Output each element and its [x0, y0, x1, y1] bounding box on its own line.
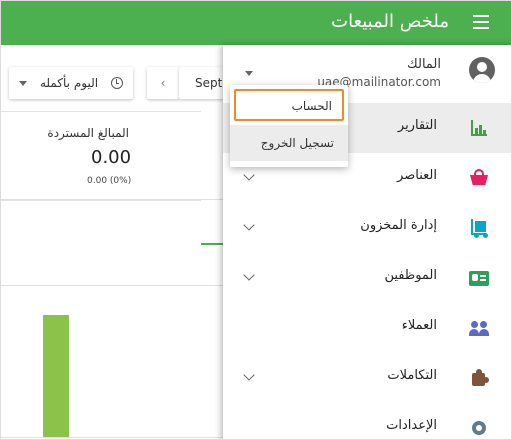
nav-label: إدارة المخزون — [360, 218, 437, 233]
chart-bar — [43, 315, 69, 437]
refunds-value: 0.00 — [91, 147, 132, 168]
menu-item-account[interactable]: الحساب — [234, 89, 344, 121]
nav-label: التقارير — [397, 118, 437, 133]
chevron-left-icon: ‹ — [160, 76, 166, 90]
chevron-down-icon — [243, 369, 255, 381]
page-title: ملخص المبيعات — [331, 11, 449, 32]
menu-item-logout[interactable]: تسجيل الخروج — [230, 125, 348, 161]
avatar-icon — [469, 57, 495, 83]
nav-item-customers[interactable]: العملاء — [223, 303, 511, 353]
chevron-down-icon — [243, 169, 255, 181]
report-area: اليوم بأكمله ‹ Sept المبالغ المستردة 0.0… — [1, 45, 239, 439]
date-range-label: Sept — [195, 76, 223, 90]
nav-label: العملاء — [401, 318, 437, 333]
nav-item-settings[interactable]: الإعدادات — [223, 403, 511, 439]
nav-label: الموظفين — [384, 268, 437, 283]
basket-icon — [469, 168, 489, 188]
caret-down-icon[interactable] — [245, 71, 253, 76]
id-card-icon — [469, 268, 489, 288]
chart-gridline — [1, 437, 231, 438]
clock-icon — [111, 77, 123, 89]
nav-label: الإعدادات — [386, 418, 437, 433]
refunds-sub-value: 0.00 (0%) — [87, 176, 132, 186]
chart-gridline — [1, 199, 231, 200]
refunds-metric[interactable]: المبالغ المستردة 0.00 0.00 (0%) — [1, 111, 201, 201]
previous-period-button[interactable]: ‹ — [147, 67, 179, 99]
caret-down-icon — [19, 80, 28, 86]
people-icon — [469, 318, 489, 338]
nav-label: التكاملات — [387, 368, 437, 383]
app-header: ملخص المبيعات — [1, 1, 511, 45]
nav-label: العناصر — [397, 168, 437, 183]
gear-icon — [469, 418, 489, 438]
chevron-down-icon — [243, 269, 255, 281]
day-range-dropdown[interactable]: اليوم بأكمله — [9, 67, 133, 99]
account-menu: الحساب تسجيل الخروج — [230, 85, 348, 167]
puzzle-icon — [469, 368, 489, 388]
chart-gridline — [1, 285, 231, 286]
nav-item-inventory[interactable]: إدارة المخزون — [223, 203, 511, 253]
chevron-down-icon — [243, 219, 255, 231]
nav-item-employees[interactable]: الموظفين — [223, 253, 511, 303]
bar-chart-icon — [469, 118, 489, 138]
app-window: ملخص المبيعات اليوم بأكمله ‹ Sept المبال… — [0, 0, 512, 440]
inventory-cart-icon — [469, 218, 489, 238]
refunds-label: المبالغ المستردة — [47, 126, 129, 140]
account-name: المالك — [407, 57, 441, 72]
nav-item-integrations[interactable]: التكاملات — [223, 353, 511, 403]
hamburger-icon[interactable] — [473, 15, 489, 29]
day-range-label: اليوم بأكمله — [39, 76, 99, 90]
